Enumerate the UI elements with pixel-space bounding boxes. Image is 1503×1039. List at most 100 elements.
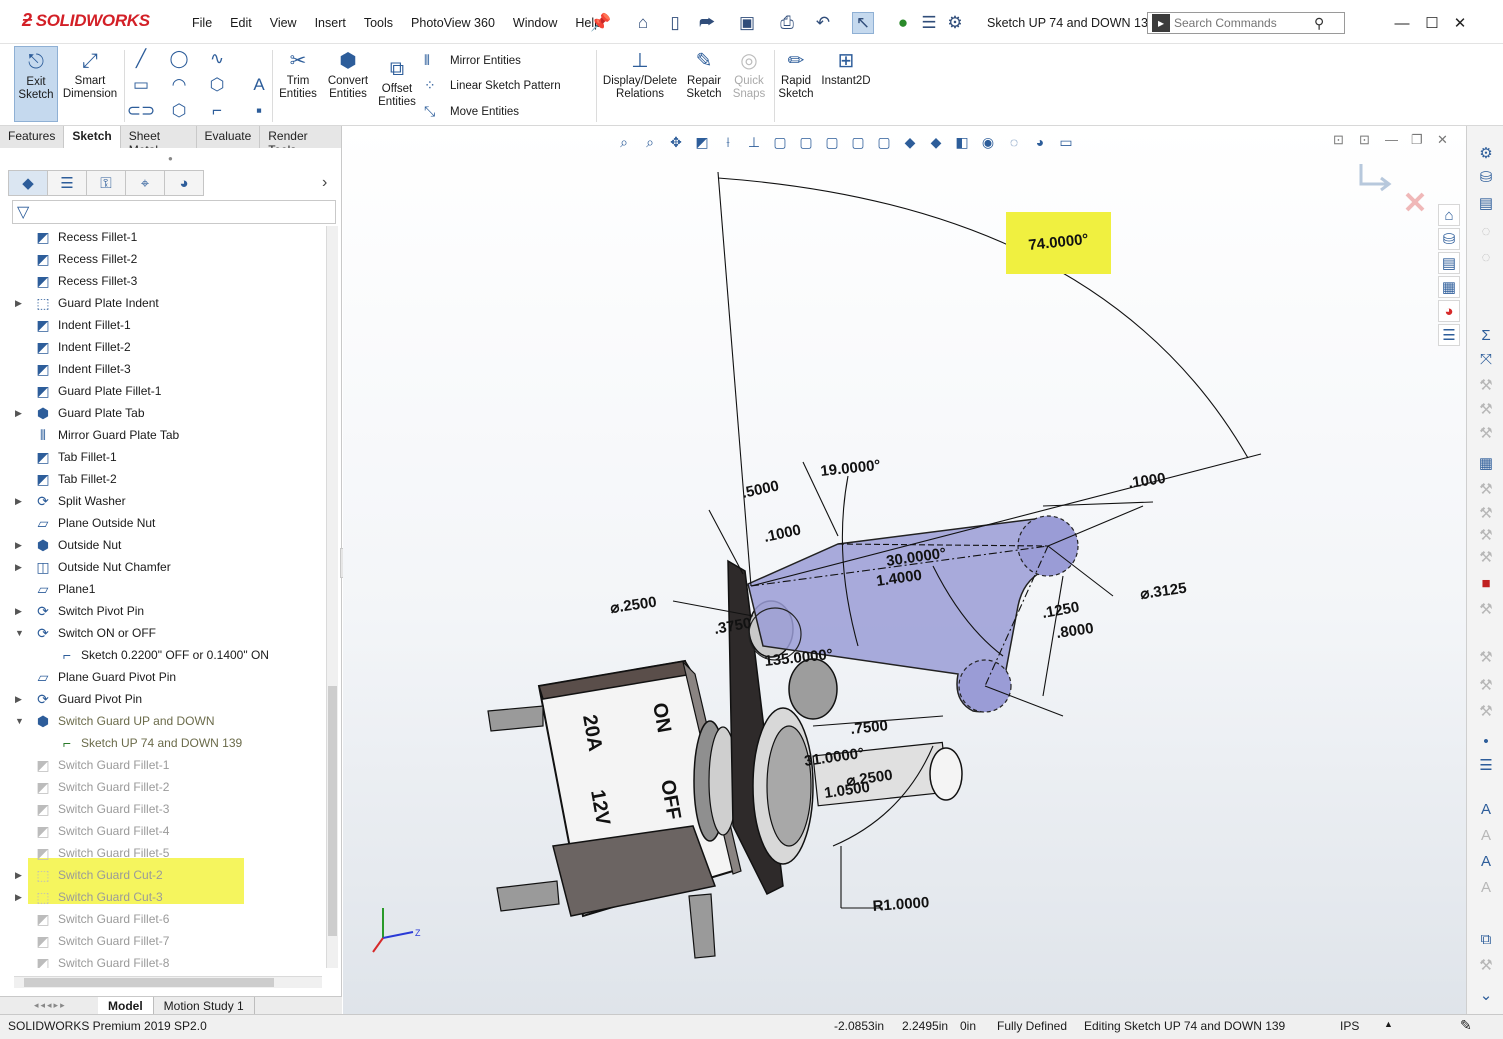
tree-item[interactable]: ▶ ⟳ Guard Pivot Pin <box>8 688 326 710</box>
print-icon[interactable]: ⎙ <box>776 12 798 34</box>
solidworks-resources-icon[interactable]: ⚙ <box>1475 142 1497 164</box>
panel-grip-icon[interactable]: ● <box>168 154 173 163</box>
slot-icon[interactable]: ⊂⊃ <box>127 100 156 122</box>
annotation-1-icon[interactable]: A <box>1475 798 1497 820</box>
dim-1250[interactable]: .1250 <box>1041 599 1081 622</box>
tool-12-icon[interactable]: ☰ <box>1475 754 1497 776</box>
tree-item[interactable]: ▱ Plane1 <box>8 578 326 600</box>
display-manager-tab-icon[interactable]: ◕ <box>164 170 204 196</box>
expand-arrow-icon[interactable]: ▶ <box>15 540 25 551</box>
dim-dia3125[interactable]: ⌀.3125 <box>1139 580 1187 603</box>
taskpane-palette-icon[interactable]: ▦ <box>1438 276 1460 298</box>
design-library-icon[interactable]: ⛁ <box>1475 166 1497 188</box>
tree-item[interactable]: ▶ ◫ Outside Nut Chamfer <box>8 556 326 578</box>
xform-icon[interactable]: ⤧ <box>1475 348 1497 370</box>
tree-vertical-scrollbar[interactable] <box>326 226 338 968</box>
tree-item[interactable]: ▶ ⬢ Guard Plate Tab <box>8 402 326 424</box>
home-icon[interactable]: ⌂ <box>632 12 654 34</box>
menu-file[interactable]: File <box>192 16 212 30</box>
dot-icon[interactable]: • <box>1475 730 1497 752</box>
circle-icon[interactable]: ◯ <box>168 48 190 70</box>
tree-item[interactable]: ▶ ⬢ Outside Nut <box>8 534 326 556</box>
tool-5-icon[interactable]: ⚒ <box>1475 502 1497 524</box>
menu-insert[interactable]: Insert <box>315 16 346 30</box>
taskpane-parts-icon[interactable]: ⛁ <box>1438 228 1460 250</box>
offset-entities-button[interactable]: ⧉ Offset Entities <box>374 56 420 109</box>
exit-sketch-button[interactable]: ⎋ Exit Sketch <box>14 46 58 122</box>
open-icon[interactable]: ⮫ <box>696 12 718 34</box>
tree-item[interactable]: ▶ ⬚ Switch Guard Cut-2 <box>8 864 326 886</box>
tree-item[interactable]: ◩ Switch Guard Fillet-5 <box>8 842 326 864</box>
tab-evaluate[interactable]: Evaluate <box>196 126 261 148</box>
tab-navigation-arrows[interactable]: ◂◂◂▸▸ <box>0 1000 98 1011</box>
taskpane-folder-icon[interactable]: ▤ <box>1438 252 1460 274</box>
maximize-icon[interactable]: ☐ <box>1420 12 1444 34</box>
tool-6-icon[interactable]: ⚒ <box>1475 524 1497 546</box>
annotation-4-icon[interactable]: A <box>1475 876 1497 898</box>
dim-1000b[interactable]: .1000 <box>1127 470 1167 492</box>
expand-arrow-icon[interactable]: ▶ <box>15 694 25 705</box>
tree-item[interactable]: ◩ Tab Fillet-2 <box>8 468 326 490</box>
minimize-icon[interactable]: — <box>1390 12 1414 34</box>
polygon-icon[interactable]: ⬡ <box>206 74 228 96</box>
dim-R1[interactable]: R1.0000 <box>872 894 930 915</box>
solidworks-logo[interactable]: ƻ SOLIDWORKS <box>22 10 150 31</box>
customize-status-icon[interactable]: ✎ <box>1460 1017 1472 1034</box>
search-input[interactable] <box>1174 16 1314 30</box>
search-commands[interactable]: ▸ ⚲ <box>1147 12 1345 34</box>
feature-manager-tab-icon[interactable]: ◆ <box>8 170 48 196</box>
taskpane-appearance-icon[interactable]: ◕ <box>1438 300 1460 322</box>
instant2d-button[interactable]: ⊞ Instant2D <box>818 48 874 88</box>
tree-item[interactable]: ◩ Recess Fillet-3 <box>8 270 326 292</box>
tool-10-icon[interactable]: ⚒ <box>1475 674 1497 696</box>
dimxpert-manager-tab-icon[interactable]: ⌖ <box>125 170 165 196</box>
tree-item[interactable]: ◩ Switch Guard Fillet-7 <box>8 930 326 952</box>
tree-item[interactable]: ◩ Recess Fillet-2 <box>8 248 326 270</box>
file-explorer-icon[interactable]: ▤ <box>1475 192 1497 214</box>
expand-arrow-icon[interactable]: ▶ <box>15 562 25 573</box>
select-icon[interactable]: ↖ <box>852 12 874 34</box>
tree-item[interactable]: ▼ ⟳ Switch ON or OFF <box>8 622 326 644</box>
tree-item[interactable]: ▶ ⬚ Switch Guard Cut-3 <box>8 886 326 908</box>
annotation-2-icon[interactable]: A <box>1475 824 1497 846</box>
tool-2-icon[interactable]: ⚒ <box>1475 398 1497 420</box>
view-palette-icon[interactable]: ◌ <box>1475 220 1497 242</box>
tool-13-icon[interactable]: ⚒ <box>1475 954 1497 976</box>
polygon-sketch-icon[interactable]: ⬡ <box>168 100 190 122</box>
tree-item[interactable]: ▶ ⟳ Split Washer <box>8 490 326 512</box>
new-document-icon[interactable]: ▯ <box>664 12 686 34</box>
tool-4-icon[interactable]: ⚒ <box>1475 478 1497 500</box>
tree-item[interactable]: ◩ Switch Guard Fillet-8 <box>8 952 326 969</box>
close-icon[interactable]: ✕ <box>1448 12 1472 34</box>
tree-item[interactable]: ▼ ⬢ Switch Guard UP and DOWN <box>8 710 326 732</box>
arc-icon[interactable]: ◠ <box>168 74 190 96</box>
tree-item[interactable]: ◩ Tab Fillet-1 <box>8 446 326 468</box>
quick-snaps-button[interactable]: ◎ Quick Snaps <box>728 48 770 101</box>
pin-icon[interactable]: 📌 <box>590 12 612 34</box>
tree-item[interactable]: ◩ Indent Fillet-1 <box>8 314 326 336</box>
convert-entities-button[interactable]: ⬢ Convert Entities <box>324 48 372 101</box>
tree-item[interactable]: ⌐ Sketch UP 74 and DOWN 139 <box>8 732 326 754</box>
expand-arrow-icon[interactable]: ▶ <box>15 298 25 309</box>
expanded-arrow-icon[interactable]: ▼ <box>15 716 25 726</box>
menu-window[interactable]: Window <box>513 16 557 30</box>
unit-dropdown-icon[interactable]: ▲ <box>1384 1019 1393 1029</box>
fillet-sketch-icon[interactable]: ⌐ <box>206 100 228 122</box>
tree-item[interactable]: ◩ Switch Guard Fillet-3 <box>8 798 326 820</box>
rapid-sketch-button[interactable]: ✏ Rapid Sketch <box>776 48 816 101</box>
menu-view[interactable]: View <box>270 16 297 30</box>
menu-photoview[interactable]: PhotoView 360 <box>411 16 495 30</box>
color-icon[interactable]: ■ <box>1475 572 1497 594</box>
expand-arrow-icon[interactable]: ▶ <box>15 892 25 903</box>
search-icon[interactable]: ⚲ <box>1314 15 1324 32</box>
trim-entities-button[interactable]: ✂ Trim Entities <box>276 48 320 101</box>
tree-item[interactable]: ◩ Indent Fillet-3 <box>8 358 326 380</box>
tree-item[interactable]: ▶ ⬚ Guard Plate Indent <box>8 292 326 314</box>
tree-item[interactable]: ▱ Plane Outside Nut <box>8 512 326 534</box>
tree-item[interactable]: ◩ Recess Fillet-1 <box>8 226 326 248</box>
scrollbar-thumb[interactable] <box>24 978 274 987</box>
taskpane-custom-properties-icon[interactable]: ☰ <box>1438 324 1460 346</box>
linear-sketch-pattern-button[interactable]: ⁘ Linear Sketch Pattern <box>424 77 561 94</box>
tab-model[interactable]: Model <box>98 996 154 1015</box>
tree-item[interactable]: ◩ Guard Plate Fillet-1 <box>8 380 326 402</box>
